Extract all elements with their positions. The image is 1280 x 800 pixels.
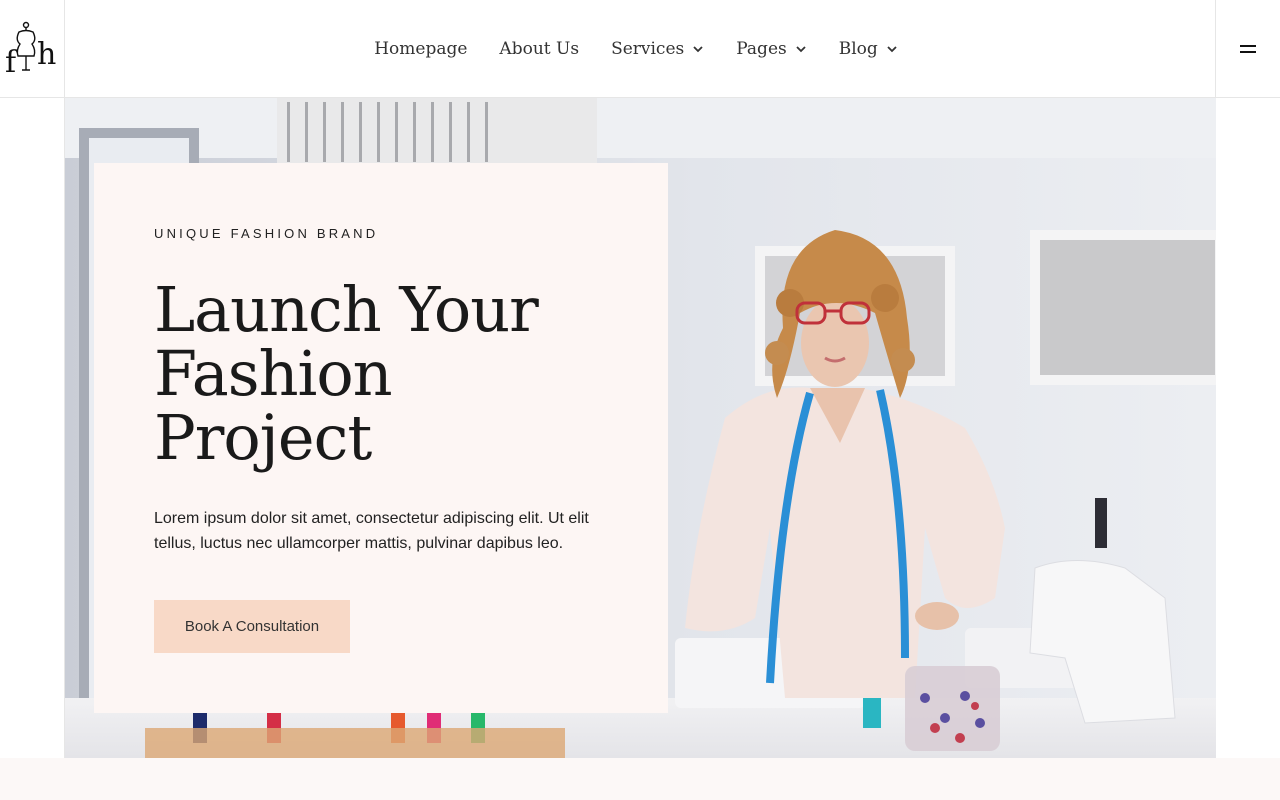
book-consultation-button[interactable]: Book A Consultation [154,600,350,653]
nav-item-about-us[interactable]: About Us [499,39,579,59]
chevron-down-icon [693,45,703,52]
nav-item-blog[interactable]: Blog [839,39,898,59]
chevron-down-icon [796,45,806,52]
nav-label: Blog [838,38,878,59]
nav-label: Pages [736,38,787,59]
nav-label: About Us [499,38,580,59]
menu-toggle-button[interactable] [1216,0,1280,97]
next-section-strip [0,758,1280,800]
nav-label: Services [611,38,685,59]
hero-headline: Launch Your Fashion Project [154,278,624,470]
headline-line: Launch Your [154,273,539,346]
headline-line: Fashion [154,337,393,410]
hero-description: Lorem ipsum dolor sit amet, consectetur … [154,507,624,556]
main-nav: Homepage About Us Services Pages Blog [0,0,1280,97]
headline-line: Project [154,401,372,474]
description-line: tellus, luctus nec ullamcorper mattis, p… [154,534,564,552]
chevron-down-icon [887,45,897,52]
nav-label: Homepage [374,38,468,59]
hamburger-icon [1240,44,1256,53]
nav-item-pages[interactable]: Pages [736,39,806,59]
nav-item-services[interactable]: Services [611,39,704,59]
nav-item-homepage[interactable]: Homepage [374,39,467,59]
description-line: Lorem ipsum dolor sit amet, consectetur … [154,510,589,527]
hero-eyebrow: UNIQUE FASHION BRAND [154,226,379,241]
